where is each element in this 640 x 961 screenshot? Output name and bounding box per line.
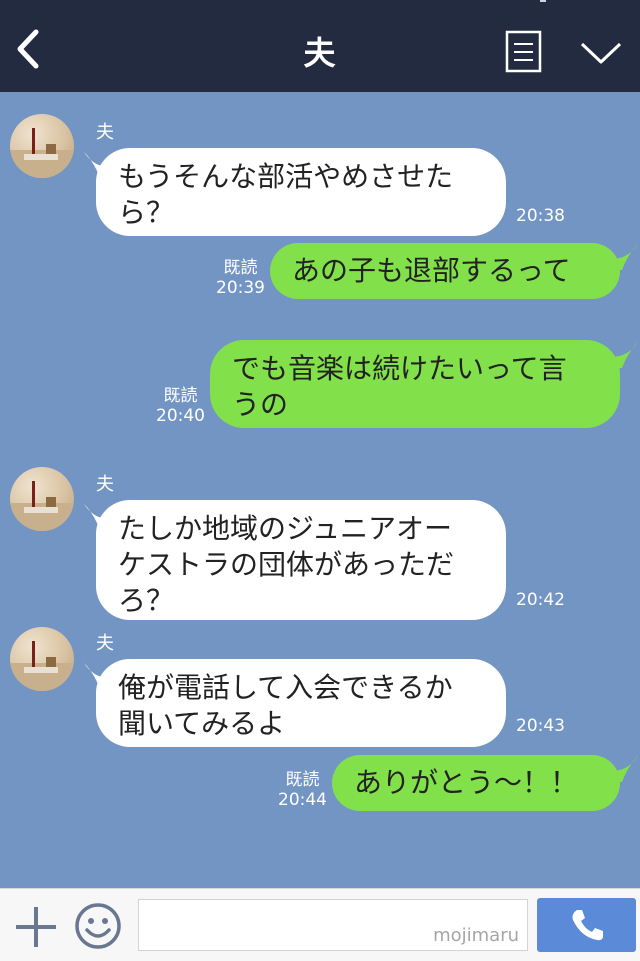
phone-icon [572, 910, 603, 941]
message-line: もうそんな部活やめさせた [118, 160, 454, 193]
read-label: 既読 [163, 386, 198, 406]
message-time: 20:39 [216, 278, 265, 298]
watermark-text: mojimaru [433, 925, 519, 946]
chat-title: 夫 [303, 34, 337, 72]
sender-name: 夫 [96, 474, 114, 495]
avatar[interactable] [10, 627, 74, 691]
message-line: ろ？ [118, 584, 175, 617]
call-button[interactable] [537, 898, 636, 952]
message-line: でも音楽は続けたいって言 [232, 352, 567, 385]
collapse-button[interactable] [578, 36, 624, 70]
sender-name: 夫 [96, 633, 114, 654]
message-time: 20:44 [278, 790, 327, 810]
message-line: 聞いてみるよ [118, 707, 286, 740]
message-time: 20:43 [516, 716, 565, 736]
message-time: 20:42 [516, 590, 565, 610]
avatar[interactable] [10, 467, 74, 531]
add-button[interactable] [14, 905, 58, 949]
message-bubble[interactable]: 俺が電話して入会できるか 聞いてみるよ [96, 659, 506, 747]
message-time: 20:38 [516, 206, 565, 226]
bubble-tail [606, 342, 638, 368]
bubble-tail [606, 244, 638, 270]
message-line: あの子も退部するって [292, 254, 571, 287]
chevron-down-icon [580, 42, 622, 64]
plus-icon [16, 907, 56, 947]
list-icon [505, 30, 542, 73]
read-receipt: 既読 20:39 [216, 258, 265, 298]
input-bar: mojimaru [0, 888, 640, 961]
emoji-button[interactable] [74, 902, 122, 950]
chat-header: 夫 [0, 0, 640, 92]
read-receipt: 既読 20:40 [156, 386, 205, 426]
avatar[interactable] [10, 114, 74, 178]
status-indicator [540, 0, 546, 2]
avatar-photo [10, 128, 74, 178]
smiley-icon [75, 903, 121, 949]
read-label: 既読 [285, 770, 320, 790]
message-bubble[interactable]: あの子も退部するって [270, 243, 620, 299]
chat-area[interactable]: 夫 もうそんな部活やめさせた ら？ 20:38 既読 20:39 あの子も退部す… [0, 92, 640, 888]
message-bubble[interactable]: たしか地域のジュニアオー ケストラの団体があっただ ろ？ [96, 500, 506, 620]
message-time: 20:40 [156, 406, 205, 426]
message-line: たしか地域のジュニアオー [118, 512, 453, 545]
message-input[interactable]: mojimaru [138, 899, 528, 951]
read-label: 既読 [223, 258, 258, 278]
message-line: ら？ [118, 196, 175, 229]
read-receipt: 既読 20:44 [278, 770, 327, 810]
avatar-photo [10, 641, 74, 691]
sender-name: 夫 [96, 122, 114, 143]
avatar-photo [10, 481, 74, 531]
menu-button[interactable] [504, 30, 544, 74]
message-bubble[interactable]: もうそんな部活やめさせた ら？ [96, 148, 506, 236]
message-line: うの [232, 388, 289, 421]
message-bubble[interactable]: ありがとう〜！！ [332, 755, 620, 811]
message-line: ケストラの団体があっただ [118, 548, 455, 581]
message-line: ありがとう〜！！ [354, 766, 579, 799]
message-bubble[interactable]: でも音楽は続けたいって言 うの [210, 340, 620, 428]
message-line: 俺が電話して入会できるか [118, 671, 453, 704]
bubble-tail [606, 756, 638, 782]
